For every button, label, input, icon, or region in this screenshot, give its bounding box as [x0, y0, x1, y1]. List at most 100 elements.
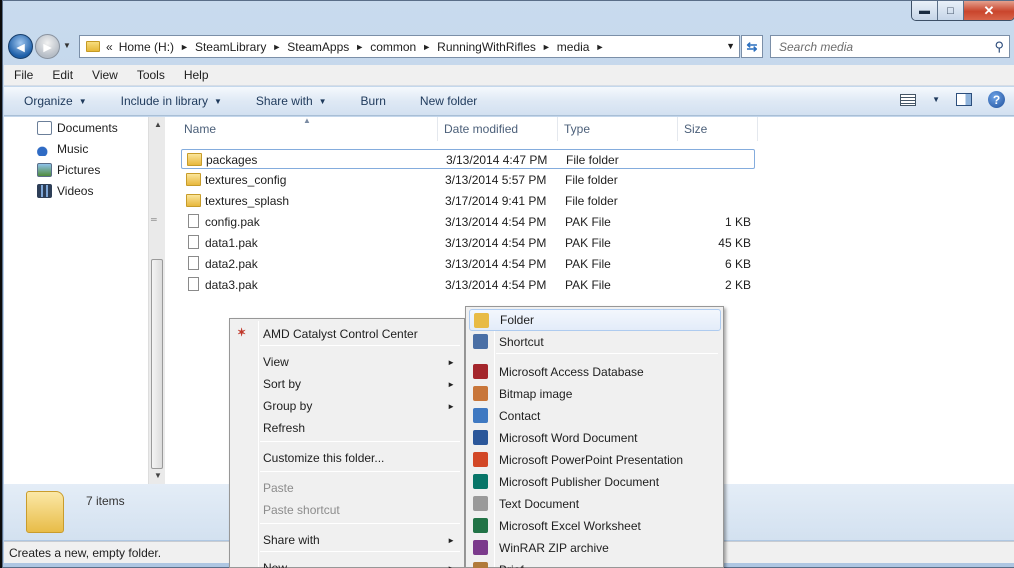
context-menu-item-paste[interactable]: Paste: [233, 477, 461, 499]
file-row[interactable]: textures_splash 3/17/2014 9:41 PM File fol…: [181, 191, 755, 211]
menu-item-label: View: [263, 355, 289, 369]
column-header-size[interactable]: Size: [678, 117, 758, 141]
breadcrumb-steamlibrary[interactable]: SteamLibrary: [195, 40, 266, 54]
folder-icon: [186, 173, 201, 186]
context-menu-item-share-with[interactable]: Share with ►: [233, 529, 461, 551]
breadcrumb-chevron-icon[interactable]: ►: [422, 42, 431, 52]
nav-item-documents[interactable]: Documents: [37, 119, 118, 137]
back-button[interactable]: ◄: [8, 34, 33, 59]
new-menu-item-microsoft-word-document[interactable]: Microsoft Word Document: [469, 427, 721, 449]
breadcrumb-chevron-icon[interactable]: ►: [272, 42, 281, 52]
address-overflow[interactable]: «: [106, 40, 113, 54]
change-view-icon[interactable]: [900, 93, 917, 106]
new-menu-item-bitmap-image[interactable]: Bitmap image: [469, 383, 721, 405]
close-button[interactable]: ✕: [964, 1, 1014, 20]
menu-help[interactable]: Help: [174, 68, 218, 82]
view-options-dropdown-icon[interactable]: ▼: [932, 95, 940, 104]
menu-file[interactable]: File: [4, 68, 42, 82]
include-in-library-button[interactable]: Include in library ▼: [101, 94, 236, 108]
scrollbar-thumb[interactable]: [151, 259, 163, 469]
new-menu-item-text-document[interactable]: Text Document: [469, 493, 721, 515]
navigation-pane-scrollbar[interactable]: ▲ ═ ▼: [148, 117, 165, 484]
file-date-modified: 3/13/2014 4:54 PM: [445, 278, 547, 292]
breadcrumb-media[interactable]: media: [557, 40, 590, 54]
menu-tools[interactable]: Tools: [127, 68, 174, 82]
new-folder-button[interactable]: New folder: [400, 94, 491, 108]
new-submenu: Folder Shortcut Microsoft Access Database B…: [465, 306, 724, 568]
organize-button[interactable]: Organize ▼: [4, 94, 101, 108]
nav-item-label: Videos: [57, 184, 94, 198]
submenu-arrow-icon: ►: [447, 563, 455, 568]
file-row[interactable]: data1.pak 3/13/2014 4:54 PM PAK File 45 KB: [181, 233, 755, 253]
search-icon[interactable]: ⚲: [994, 39, 1004, 55]
context-menu-item-new[interactable]: New ►: [233, 557, 461, 568]
scroll-up-icon[interactable]: ▲: [154, 120, 162, 129]
search-input[interactable]: Search media ⚲: [770, 35, 1010, 58]
file-row[interactable]: config.pak 3/13/2014 4:54 PM PAK File 1 KB: [181, 212, 755, 232]
share-with-button[interactable]: Share with ▼: [236, 94, 341, 108]
back-arrow-icon: ◄: [13, 38, 28, 55]
videos-icon: [37, 184, 52, 198]
refresh-button[interactable]: ⇆: [741, 35, 763, 58]
help-icon[interactable]: ?: [988, 91, 1005, 108]
breadcrumb-chevron-icon[interactable]: ►: [355, 42, 364, 52]
file-size: 1 KB: [724, 215, 751, 229]
scrollbar-grip-icon[interactable]: ═: [151, 215, 157, 224]
nav-item-pictures[interactable]: Pictures: [37, 161, 100, 179]
new-folder-label: New folder: [419, 94, 478, 108]
file-row[interactable]: data3.pak 3/13/2014 4:54 PM PAK File 2 KB: [181, 275, 755, 295]
context-menu-item-customize-this-folder[interactable]: Customize this folder...: [233, 447, 461, 469]
file-type: File folder: [565, 173, 618, 187]
column-header-date-modified[interactable]: Date modified: [438, 117, 558, 141]
breadcrumb-steamapps[interactable]: SteamApps: [287, 40, 349, 54]
context-menu-item-paste-shortcut[interactable]: Paste shortcut: [233, 499, 461, 521]
file-row[interactable]: packages 3/13/2014 4:47 PM File folder: [181, 149, 755, 169]
context-menu-item-sort-by[interactable]: Sort by ►: [233, 373, 461, 395]
address-dropdown-icon[interactable]: ▼: [726, 41, 735, 51]
new-menu-item-shortcut[interactable]: Shortcut: [469, 331, 721, 353]
context-menu-item-group-by[interactable]: Group by ►: [233, 395, 461, 417]
forward-arrow-icon: ►: [40, 38, 55, 55]
new-menu-item-microsoft-excel-worksheet[interactable]: Microsoft Excel Worksheet: [469, 515, 721, 537]
breadcrumb-chevron-icon[interactable]: ►: [542, 42, 551, 52]
recent-pages-dropdown[interactable]: ▼: [63, 41, 71, 50]
address-bar[interactable]: « Home (H:) ► SteamLibrary ► SteamApps ► co…: [79, 35, 740, 58]
forward-button[interactable]: ►: [35, 34, 60, 59]
new-menu-item-contact[interactable]: Contact: [469, 405, 721, 427]
new-menu-item-microsoft-access-database[interactable]: Microsoft Access Database: [469, 361, 721, 383]
breadcrumb-common[interactable]: common: [370, 40, 416, 54]
context-menu-item-amd-catalyst-control-center[interactable]: ✶ AMD Catalyst Control Center: [233, 323, 461, 345]
breadcrumb-runningwithrifles[interactable]: RunningWithRifles: [437, 40, 536, 54]
breadcrumb-chevron-icon[interactable]: ►: [595, 42, 604, 52]
preview-pane-icon[interactable]: [956, 93, 972, 106]
file-row[interactable]: textures_config 3/13/2014 5:57 PM File fol…: [181, 170, 755, 190]
minimize-button[interactable]: ▬: [912, 1, 938, 20]
column-header-name[interactable]: Name: [178, 117, 438, 141]
new-menu-item-microsoft-publisher-document[interactable]: Microsoft Publisher Document: [469, 471, 721, 493]
breadcrumb-home[interactable]: Home (H:): [119, 40, 174, 54]
nav-item-music[interactable]: Music: [37, 140, 88, 158]
nav-item-videos[interactable]: Videos: [37, 182, 93, 200]
chevron-down-icon: ▼: [214, 96, 222, 106]
new-menu-item-brief[interactable]: Brief: [469, 559, 721, 568]
menu-edit[interactable]: Edit: [42, 68, 82, 82]
new-menu-item-microsoft-powerpoint-presentation[interactable]: Microsoft PowerPoint Presentation: [469, 449, 721, 471]
file-name: textures_config: [205, 173, 287, 187]
menu-view[interactable]: View: [82, 68, 127, 82]
menu-item-label: Sort by: [263, 377, 302, 391]
file-date-modified: 3/13/2014 5:57 PM: [445, 173, 547, 187]
burn-button[interactable]: Burn: [341, 94, 400, 108]
context-menu-item-refresh[interactable]: Refresh: [233, 417, 461, 439]
breadcrumb-chevron-icon[interactable]: ►: [180, 42, 189, 52]
column-header-type[interactable]: Type: [558, 117, 678, 141]
file-row[interactable]: data2.pak 3/13/2014 4:54 PM PAK File 6 KB: [181, 254, 755, 274]
submenu-arrow-icon: ►: [447, 379, 455, 389]
context-menu-item-view[interactable]: View ►: [233, 351, 461, 373]
new-menu-item-winrar-zip-archive[interactable]: WinRAR ZIP archive: [469, 537, 721, 559]
scroll-down-icon[interactable]: ▼: [154, 471, 162, 480]
menu-item-label: Group by: [263, 399, 313, 413]
large-folder-icon: [26, 491, 64, 533]
maximize-button[interactable]: □: [938, 1, 964, 20]
shortcut-icon: [473, 334, 488, 349]
new-menu-item-folder[interactable]: Folder: [469, 309, 721, 331]
